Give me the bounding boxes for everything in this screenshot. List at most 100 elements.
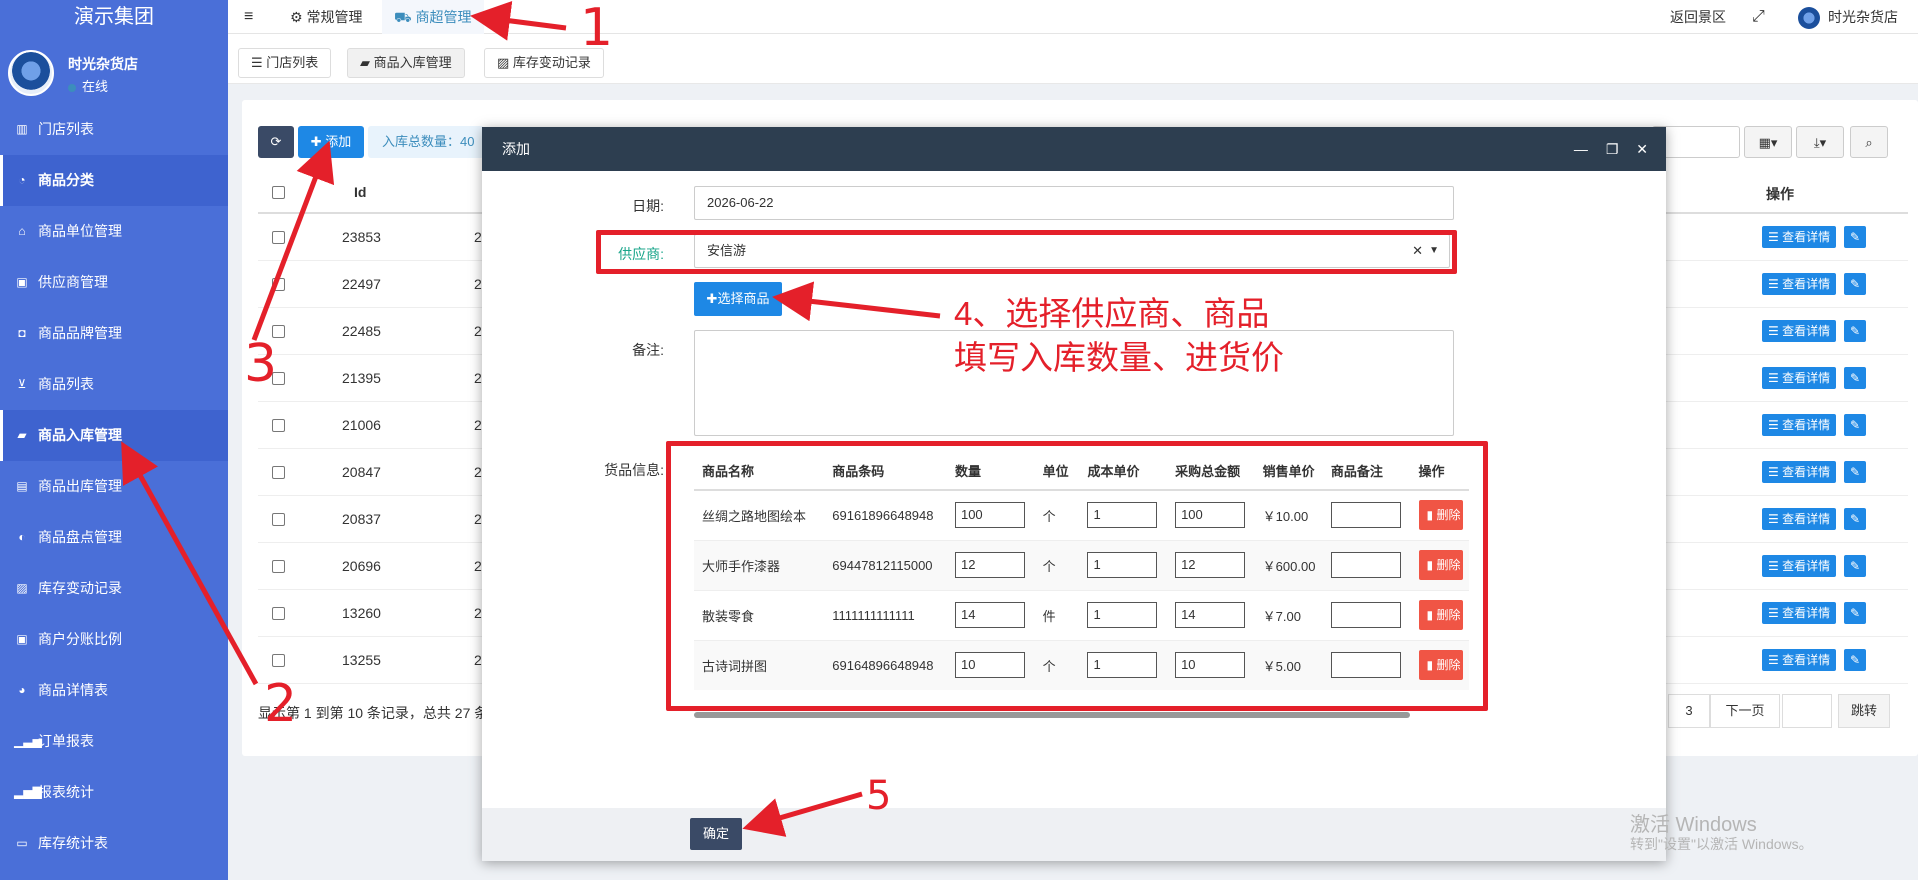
sidebar-item-stock-change[interactable]: ▨ 库存变动记录: [0, 563, 228, 614]
sidebar-item-store-list[interactable]: ▥ 门店列表: [0, 104, 228, 155]
sidebar-item-stock-stats[interactable]: ▭ 库存统计表: [0, 818, 228, 869]
view-detail-label: 查看详情: [1782, 418, 1831, 432]
subtab-label: 门店列表: [266, 55, 319, 70]
row-checkbox[interactable]: [272, 278, 285, 291]
edit-pencil-icon[interactable]: ✎: [1844, 320, 1866, 342]
subtab-store-list[interactable]: ☰ 门店列表: [238, 48, 332, 78]
sidebar-item-unit[interactable]: ⌂ 商品单位管理: [0, 206, 228, 257]
row-checkbox[interactable]: [272, 419, 285, 432]
sidebar-item-stock-in[interactable]: ▰ 商品入库管理: [0, 410, 228, 461]
sidebar-item-label: 商品详情表: [38, 682, 108, 698]
dashboard-icon: ◔: [18, 173, 26, 187]
tab-general[interactable]: ⚙ 常规管理: [278, 0, 374, 34]
row-checkbox[interactable]: [272, 513, 285, 526]
cart-icon: ⊻: [17, 377, 27, 391]
subtab-stock-in[interactable]: ▰ 商品入库管理: [347, 48, 465, 78]
row-checkbox[interactable]: [272, 560, 285, 573]
row-col2: 2: [474, 558, 482, 574]
edit-pencil-icon[interactable]: ✎: [1844, 414, 1866, 436]
choose-goods-button[interactable]: ✚选择商品: [694, 282, 782, 316]
sidebar-item-goods-detail[interactable]: ◕ 商品详情表: [0, 665, 228, 716]
date-input[interactable]: 2026-06-22: [694, 186, 1454, 220]
sidebar-item-label: 库存变动记录: [38, 580, 122, 596]
add-button[interactable]: ✚ 添加: [298, 126, 364, 158]
truck-icon: ▰: [17, 428, 27, 442]
row-checkbox[interactable]: [272, 607, 285, 620]
select-all-checkbox[interactable]: [272, 186, 285, 199]
view-detail-button[interactable]: ☰ 查看详情: [1762, 555, 1837, 577]
maximize-icon[interactable]: ❐: [1606, 141, 1619, 157]
annotation-number-3: 3: [244, 334, 278, 394]
sidebar-item-split-ratio[interactable]: ▣ 商户分账比例: [0, 614, 228, 665]
row-id: 20847: [342, 464, 381, 480]
sidebar-item-label: 商品分类: [38, 172, 94, 188]
list-icon: ☰: [1768, 512, 1783, 526]
refresh-button[interactable]: ⟳: [258, 126, 294, 158]
ratio-icon: ▣: [16, 632, 28, 646]
next-page-button[interactable]: 下一页: [1710, 694, 1780, 728]
sidebar-item-stock-out[interactable]: ▤ 商品出库管理: [0, 461, 228, 512]
brand-title: 演示集团: [0, 0, 228, 34]
view-detail-button[interactable]: ☰ 查看详情: [1762, 320, 1837, 342]
row-checkbox[interactable]: [272, 466, 285, 479]
sidebar-item-report-stats[interactable]: ▂▅▇ 报表统计: [0, 767, 228, 818]
edit-pencil-icon[interactable]: ✎: [1844, 273, 1866, 295]
edit-pencil-icon[interactable]: ✎: [1844, 367, 1866, 389]
list-icon: ☰: [251, 55, 267, 70]
date-label: 日期:: [632, 198, 664, 214]
edit-pencil-icon[interactable]: ✎: [1844, 508, 1866, 530]
sidebar-item-label: 商品盘点管理: [38, 529, 122, 545]
edit-pencil-icon[interactable]: ✎: [1844, 461, 1866, 483]
fullscreen-icon[interactable]: ⤢: [1752, 0, 1765, 34]
search-icon[interactable]: ⌕: [1850, 126, 1888, 158]
export-icon[interactable]: ⤓▾: [1796, 126, 1844, 158]
user-name: 时光杂货店: [68, 56, 138, 72]
sidebar-item-label: 商户分账比例: [38, 631, 122, 647]
annotation-number-2: 2: [264, 674, 298, 734]
store-avatar: [1798, 7, 1820, 30]
add-button-label: 添加: [325, 134, 352, 149]
view-detail-button[interactable]: ☰ 查看详情: [1762, 649, 1837, 671]
view-detail-button[interactable]: ☰ 查看详情: [1762, 273, 1837, 295]
sidebar-item-label: 库存统计表: [38, 835, 108, 851]
page-3-button[interactable]: 3: [1668, 694, 1710, 728]
sidebar-item-brand[interactable]: ◘ 商品品牌管理: [0, 308, 228, 359]
user-status-text: 在线: [82, 79, 109, 94]
list-icon: ☰: [1768, 371, 1783, 385]
back-scenic-link[interactable]: 返回景区: [1670, 0, 1726, 34]
col-id-header: Id: [354, 184, 367, 200]
menu-toggle-icon[interactable]: ≡: [244, 8, 253, 26]
row-checkbox[interactable]: [272, 654, 285, 667]
sidebar-item-supplier[interactable]: ▣ 供应商管理: [0, 257, 228, 308]
horizontal-scrollbar[interactable]: [694, 712, 1410, 718]
edit-pencil-icon[interactable]: ✎: [1844, 226, 1866, 248]
close-icon[interactable]: ✕: [1636, 141, 1648, 157]
sidebar-menu: ▥ 门店列表 ◔ 商品分类 ⌂ 商品单位管理 ▣ 供应商管理 ◘ 商品品牌管理 ⊻ 商品列表…: [0, 104, 228, 869]
jump-button[interactable]: 跳转: [1838, 694, 1890, 728]
view-detail-button[interactable]: ☰ 查看详情: [1762, 367, 1837, 389]
sidebar-item-category[interactable]: ◔ 商品分类: [0, 155, 228, 206]
minimize-icon[interactable]: —: [1574, 141, 1588, 157]
view-detail-button[interactable]: ☰ 查看详情: [1762, 461, 1837, 483]
row-col2: 2: [474, 229, 482, 245]
confirm-button[interactable]: 确定: [690, 818, 742, 850]
edit-pencil-icon[interactable]: ✎: [1844, 555, 1866, 577]
sidebar-item-order-report[interactable]: ▁▃▅ 订单报表: [0, 716, 228, 767]
view-detail-button[interactable]: ☰ 查看详情: [1762, 602, 1837, 624]
tab-supermarket[interactable]: ⛟ 商超管理: [382, 0, 484, 34]
view-detail-button[interactable]: ☰ 查看详情: [1762, 508, 1837, 530]
view-detail-button[interactable]: ☰ 查看详情: [1762, 414, 1837, 436]
store-menu[interactable]: 时光杂货店: [1798, 0, 1898, 34]
row-checkbox[interactable]: [272, 231, 285, 244]
edit-pencil-icon[interactable]: ✎: [1844, 649, 1866, 671]
columns-icon[interactable]: ▦▾: [1744, 126, 1792, 158]
view-detail-label: 查看详情: [1782, 606, 1831, 620]
windows-activation-hint: 转到"设置"以激活 Windows。: [1630, 836, 1813, 852]
tab-supermarket-label: 商超管理: [415, 9, 472, 25]
view-detail-button[interactable]: ☰ 查看详情: [1762, 226, 1837, 248]
sidebar-item-goods-list[interactable]: ⊻ 商品列表: [0, 359, 228, 410]
edit-pencil-icon[interactable]: ✎: [1844, 602, 1866, 624]
page-jump-input[interactable]: [1782, 694, 1832, 728]
sidebar-item-inventory-check[interactable]: ◐ 商品盘点管理: [0, 512, 228, 563]
total-quantity-badge: 入库总数量：40: [368, 126, 484, 158]
